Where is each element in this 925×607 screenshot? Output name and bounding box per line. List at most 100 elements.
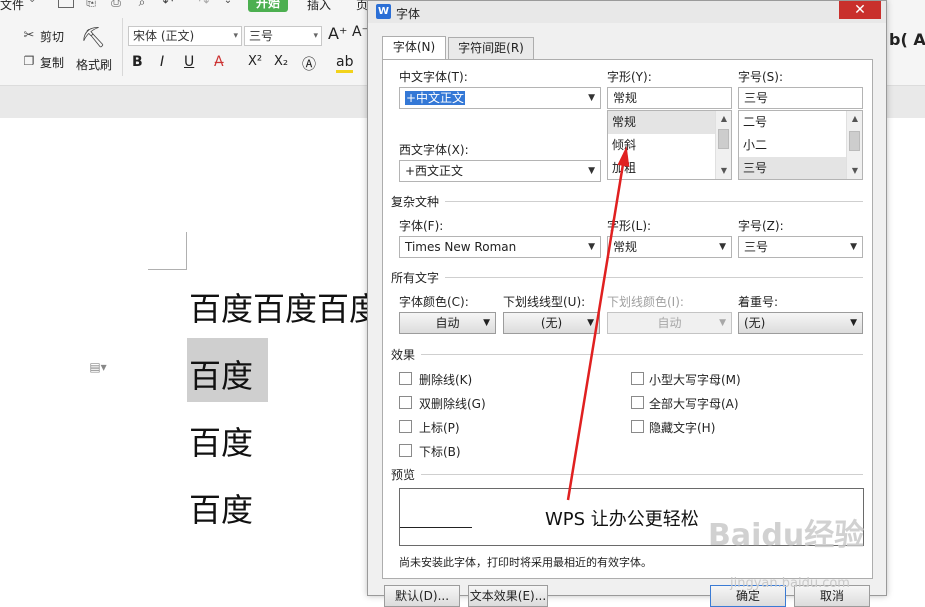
strikethrough-icon[interactable]: A̶ xyxy=(214,54,224,70)
cut-icon[interactable]: ✂ xyxy=(22,28,36,43)
tab-font-label: 字体(N) xyxy=(392,40,436,54)
scroll-up-icon[interactable]: ▲ xyxy=(847,111,862,127)
font-color-dropdown[interactable]: 自动 ▼ xyxy=(399,312,496,334)
tab-insert[interactable]: 插入 xyxy=(307,0,331,13)
list-item[interactable]: 小二 xyxy=(739,134,862,157)
scrollbar[interactable]: ▲ ▼ xyxy=(715,111,731,179)
highlight-icon[interactable]: ab xyxy=(336,54,354,73)
complex-style-value: 常规 xyxy=(613,240,638,254)
copy-button[interactable]: 复制 xyxy=(40,54,64,71)
scroll-down-icon[interactable]: ▼ xyxy=(716,163,731,179)
subscript-icon[interactable]: X₂ xyxy=(274,54,288,69)
small-caps-checkbox[interactable] xyxy=(631,372,644,385)
default-button[interactable]: 默认(D)... xyxy=(384,585,460,607)
superscript-label[interactable]: 上标(P) xyxy=(419,419,460,436)
complex-size-select[interactable]: 三号 ▼ xyxy=(738,236,863,258)
size-input[interactable]: 三号 xyxy=(738,87,863,109)
superscript-checkbox[interactable] xyxy=(399,420,412,433)
complex-style-select[interactable]: 常规 ▼ xyxy=(607,236,732,258)
style-label: 字形(Y): xyxy=(607,70,652,84)
dialog-titlebar[interactable]: W 字体 ✕ xyxy=(368,1,886,23)
file-menu[interactable]: 文件 xyxy=(0,0,24,13)
font-size-value: 三号 xyxy=(249,29,274,43)
text-effect-button-label: 文本效果(E)... xyxy=(469,589,547,603)
style-gallery-partial[interactable]: b( Aa xyxy=(889,30,925,49)
underline-type-label: 下划线线型(U): xyxy=(503,295,586,309)
list-item[interactable]: 倾斜 xyxy=(608,134,731,157)
complex-font-label: 字体(F): xyxy=(399,219,444,233)
undo-icon[interactable]: ↶ xyxy=(160,0,176,10)
all-caps-checkbox[interactable] xyxy=(631,396,644,409)
copy-icon[interactable]: ❐ xyxy=(22,54,36,68)
scroll-thumb[interactable] xyxy=(718,129,729,149)
redo-icon[interactable]: ↷ xyxy=(196,0,212,10)
all-caps-label[interactable]: 全部大写字母(A) xyxy=(649,395,739,412)
strikethrough-label[interactable]: 删除线(K) xyxy=(419,371,472,388)
chevron-down-icon: ▼ xyxy=(588,166,595,176)
superscript-icon[interactable]: X² xyxy=(248,54,262,69)
hidden-text-label[interactable]: 隐藏文字(H) xyxy=(649,419,715,436)
chevron-down-icon: ▾ xyxy=(313,31,318,41)
dialog-title: 字体 xyxy=(396,7,421,21)
hidden-text-checkbox[interactable] xyxy=(631,420,644,433)
cut-button[interactable]: 剪切 xyxy=(40,28,64,45)
text-effect-button[interactable]: 文本效果(E)... xyxy=(468,585,548,607)
underline-button[interactable]: U xyxy=(184,54,194,70)
format-painter-button[interactable]: 格式刷 xyxy=(76,56,112,73)
document-line-selected[interactable]: 百度 xyxy=(189,351,253,397)
tab-character-spacing[interactable]: 字符间距(R) xyxy=(448,37,534,59)
font-name-select[interactable]: 宋体 (正文) ▾ xyxy=(128,26,242,46)
document-line[interactable]: 百度百度百度 xyxy=(189,284,381,330)
cn-font-value: +中文正文 xyxy=(405,91,466,105)
double-strikethrough-label[interactable]: 双删除线(G) xyxy=(419,395,486,412)
font-size-select[interactable]: 三号 ▾ xyxy=(244,26,322,46)
scrollbar[interactable]: ▲ ▼ xyxy=(846,111,862,179)
cancel-button-label: 取消 xyxy=(819,589,844,603)
scroll-thumb[interactable] xyxy=(849,131,860,151)
paragraph-menu-icon[interactable]: ▤▾ xyxy=(86,360,110,374)
bold-button[interactable]: B xyxy=(132,54,143,70)
close-button[interactable]: ✕ xyxy=(839,1,881,19)
wps-writer-icon: W xyxy=(376,4,391,19)
list-item[interactable]: 二号 xyxy=(739,111,862,134)
document-line[interactable]: 百度 xyxy=(189,418,253,464)
tab-font[interactable]: 字体(N) xyxy=(382,36,446,60)
print-icon[interactable]: ⎙ xyxy=(108,0,124,9)
list-item[interactable]: 常规 xyxy=(608,111,731,134)
scroll-down-icon[interactable]: ▼ xyxy=(847,163,862,179)
template-icon[interactable]: ⎘ xyxy=(84,0,98,9)
style-input[interactable]: 常规 xyxy=(607,87,732,109)
document-line[interactable]: 百度 xyxy=(189,485,253,531)
strikethrough-checkbox[interactable] xyxy=(399,372,412,385)
emphasis-value: (无) xyxy=(744,316,766,330)
double-strikethrough-checkbox[interactable] xyxy=(399,396,412,409)
text-effect-icon[interactable]: Ⓐ xyxy=(302,54,316,74)
font-missing-note: 尚未安装此字体，打印时将采用最相近的有效字体。 xyxy=(399,556,652,569)
list-item[interactable]: 三号 xyxy=(739,157,862,179)
grow-font-icon[interactable]: A⁺ xyxy=(328,24,347,43)
complex-style-label: 字形(L): xyxy=(607,219,652,233)
cn-font-select[interactable]: +中文正文 ▼ xyxy=(399,87,601,109)
complex-font-select[interactable]: Times New Roman ▼ xyxy=(399,236,601,258)
format-painter-icon[interactable]: ⛏ xyxy=(80,24,105,50)
chevron-down-icon: ▼ xyxy=(850,242,857,252)
more-icon[interactable]: ⌄ xyxy=(222,0,234,6)
default-button-label: 默认(D)... xyxy=(394,589,450,603)
font-color-value: 自动 xyxy=(435,316,460,330)
underline-type-dropdown[interactable]: (无) ▼ xyxy=(503,312,600,334)
emphasis-dropdown[interactable]: (无) ▼ xyxy=(738,312,863,334)
subscript-checkbox[interactable] xyxy=(399,444,412,457)
save-icon[interactable] xyxy=(58,0,74,8)
scroll-up-icon[interactable]: ▲ xyxy=(716,111,731,127)
subscript-label[interactable]: 下标(B) xyxy=(419,443,461,460)
italic-button[interactable]: I xyxy=(160,54,164,70)
chevron-down-icon: ▾ xyxy=(233,31,238,41)
tab-start[interactable]: 开始 xyxy=(248,0,288,12)
size-list[interactable]: 二号 小二 三号 ▲ ▼ xyxy=(738,110,863,180)
small-caps-label[interactable]: 小型大写字母(M) xyxy=(649,371,741,388)
print-preview-icon[interactable]: ⌕ xyxy=(134,0,150,9)
west-font-select[interactable]: +西文正文 ▼ xyxy=(399,160,601,182)
style-list[interactable]: 常规 倾斜 加粗 ▲ ▼ xyxy=(607,110,732,180)
list-item[interactable]: 加粗 xyxy=(608,157,731,179)
underline-color-label: 下划线颜色(I): xyxy=(607,295,684,309)
